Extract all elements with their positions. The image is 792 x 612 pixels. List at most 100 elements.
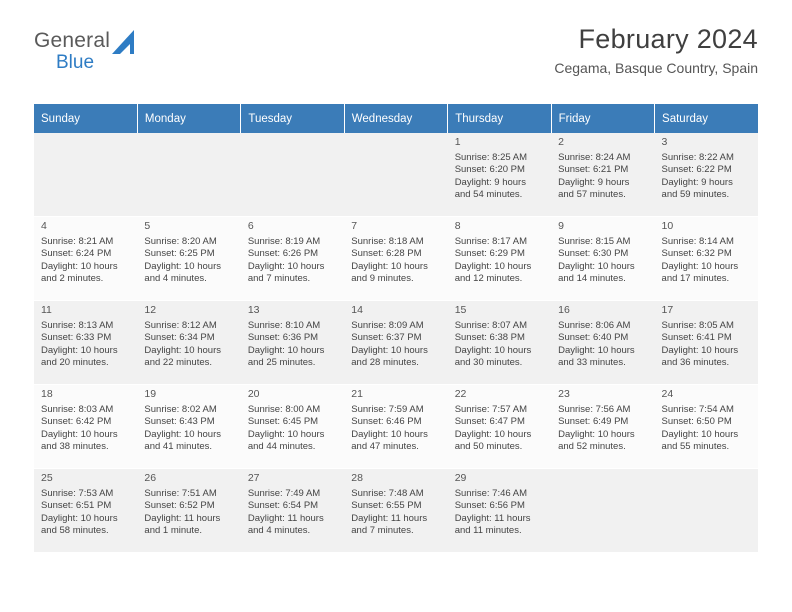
calendar-cell-day[interactable]: 18 Sunrise: 8:03 AM Sunset: 6:42 PM Dayligh… (34, 384, 138, 469)
weekday-header-friday: Friday (551, 104, 656, 133)
calendar-cell-empty (551, 468, 655, 553)
weekday-header-sunday: Sunday (34, 104, 138, 133)
day-info-line: Sunset: 6:50 PM (661, 416, 732, 428)
day-info-line: Sunrise: 8:06 AM (558, 319, 631, 331)
calendar-cell-day[interactable]: 2 Sunrise: 8:24 AM Sunset: 6:21 PM Daylight… (551, 133, 655, 217)
day-number: 3 (661, 136, 668, 148)
calendar-cell-empty (34, 133, 138, 217)
calendar-cell-day[interactable]: 15 Sunrise: 8:07 AM Sunset: 6:38 PM Dayligh… (447, 300, 552, 385)
day-number: 15 (454, 304, 467, 316)
calendar-cell-day[interactable]: 21 Sunrise: 7:59 AM Sunset: 6:46 PM Dayligh… (344, 384, 448, 469)
day-info-line: Daylight: 9 hours (454, 176, 526, 188)
calendar-cell-day[interactable]: 13 Sunrise: 8:10 AM Sunset: 6:36 PM Dayligh… (240, 300, 345, 385)
day-info-line: and 7 minutes. (247, 273, 311, 285)
calendar-cell-day[interactable]: 12 Sunrise: 8:12 AM Sunset: 6:34 PM Dayligh… (137, 300, 241, 385)
page-header: General Blue February 2024 Cegama, Basqu… (34, 0, 758, 76)
day-info-line: Daylight: 10 hours (144, 344, 221, 356)
day-info-line: Daylight: 11 hours (144, 512, 221, 524)
day-info-line: Daylight: 10 hours (351, 260, 428, 272)
day-info-line: Sunset: 6:54 PM (247, 500, 319, 512)
day-info-line: Sunset: 6:34 PM (144, 332, 215, 344)
day-info-line: Sunset: 6:21 PM (558, 164, 629, 176)
day-info-line: Sunset: 6:40 PM (558, 332, 629, 344)
day-info-line: Sunrise: 8:24 AM (558, 151, 631, 163)
day-info-line: and 9 minutes. (351, 273, 414, 285)
day-info-line: Daylight: 10 hours (661, 428, 739, 440)
calendar-cell-day[interactable]: 16 Sunrise: 8:06 AM Sunset: 6:40 PM Dayligh… (551, 300, 655, 385)
calendar-body: 1 Sunrise: 8:25 AM Sunset: 6:20 PM Daylight… (34, 133, 758, 553)
calendar-cell-day[interactable]: 22 Sunrise: 7:57 AM Sunset: 6:47 PM Dayligh… (447, 384, 552, 469)
day-info-line: and 59 minutes. (661, 189, 730, 201)
day-info-line: Daylight: 9 hours (558, 176, 630, 188)
calendar-cell-day[interactable]: 11 Sunrise: 8:13 AM Sunset: 6:33 PM Dayligh… (34, 300, 138, 385)
calendar-cell-day[interactable]: 9 Sunrise: 8:15 AM Sunset: 6:30 PM Daylight… (551, 216, 655, 301)
day-info-line: Daylight: 11 hours (454, 512, 531, 524)
day-info-line: Sunset: 6:52 PM (144, 500, 215, 512)
day-info-line: Sunset: 6:47 PM (454, 416, 525, 428)
calendar-cell-day[interactable]: 26 Sunrise: 7:51 AM Sunset: 6:52 PM Dayligh… (137, 468, 241, 553)
day-info-line: Sunrise: 8:13 AM (41, 319, 114, 331)
day-number: 23 (558, 388, 570, 400)
day-number: 22 (454, 388, 467, 400)
day-number: 17 (661, 304, 674, 316)
day-number: 5 (144, 220, 151, 232)
day-info-line: Sunrise: 8:18 AM (351, 235, 424, 247)
calendar-cell-day[interactable]: 8 Sunrise: 8:17 AM Sunset: 6:29 PM Daylight… (447, 216, 552, 301)
day-info-line: Sunset: 6:55 PM (351, 500, 422, 512)
calendar-cell-day[interactable]: 17 Sunrise: 8:05 AM Sunset: 6:41 PM Dayligh… (654, 300, 758, 385)
calendar-cell-day[interactable]: 5 Sunrise: 8:20 AM Sunset: 6:25 PM Daylight… (137, 216, 241, 301)
day-info-line: Sunrise: 7:54 AM (661, 403, 734, 415)
day-info-line: Daylight: 10 hours (351, 428, 428, 440)
day-number: 26 (144, 472, 157, 484)
day-info-line: Sunrise: 8:02 AM (144, 403, 217, 415)
day-info-line: Daylight: 10 hours (41, 428, 118, 440)
calendar-cell-day[interactable]: 29 Sunrise: 7:46 AM Sunset: 6:56 PM Dayligh… (447, 468, 552, 553)
day-info-line: and 4 minutes. (247, 525, 311, 537)
day-info-line: Daylight: 10 hours (351, 344, 428, 356)
day-info-line: Sunset: 6:26 PM (247, 248, 319, 260)
day-number: 16 (558, 304, 570, 316)
calendar-cell-day[interactable]: 20 Sunrise: 8:00 AM Sunset: 6:45 PM Dayligh… (240, 384, 345, 469)
day-info-line: Daylight: 10 hours (454, 260, 532, 272)
calendar-cell-day[interactable]: 1 Sunrise: 8:25 AM Sunset: 6:20 PM Daylight… (447, 133, 552, 217)
calendar-cell-day[interactable]: 14 Sunrise: 8:09 AM Sunset: 6:37 PM Dayligh… (344, 300, 448, 385)
day-info-line: Sunset: 6:28 PM (351, 248, 422, 260)
calendar-cell-day[interactable]: 4 Sunrise: 8:21 AM Sunset: 6:24 PM Daylight… (34, 216, 138, 301)
day-info-line: Sunrise: 8:09 AM (351, 319, 424, 331)
day-info-line: Sunset: 6:30 PM (558, 248, 629, 260)
calendar-cell-day[interactable]: 25 Sunrise: 7:53 AM Sunset: 6:51 PM Dayligh… (34, 468, 138, 553)
day-info-line: Sunrise: 8:03 AM (41, 403, 114, 415)
calendar-week-row: 18 Sunrise: 8:03 AM Sunset: 6:42 PM Dayligh… (34, 384, 758, 469)
weekday-header-thursday: Thursday (447, 104, 552, 133)
calendar-page: General Blue February 2024 Cegama, Basqu… (0, 0, 792, 612)
calendar-cell-day[interactable]: 23 Sunrise: 7:56 AM Sunset: 6:49 PM Dayligh… (551, 384, 655, 469)
calendar-cell-day[interactable]: 6 Sunrise: 8:19 AM Sunset: 6:26 PM Daylight… (240, 216, 345, 301)
day-number: 1 (454, 136, 461, 148)
day-number: 25 (41, 472, 53, 484)
day-info-line: Sunset: 6:24 PM (41, 248, 112, 260)
day-number: 20 (247, 388, 260, 400)
day-info-line: Sunset: 6:51 PM (41, 500, 112, 512)
day-info-line: and 57 minutes. (558, 189, 626, 201)
day-info-line: Sunset: 6:46 PM (351, 416, 422, 428)
calendar-cell-day[interactable]: 28 Sunrise: 7:48 AM Sunset: 6:55 PM Dayligh… (344, 468, 448, 553)
calendar-cell-day[interactable]: 3 Sunrise: 8:22 AM Sunset: 6:22 PM Daylight… (654, 133, 758, 217)
day-info-line: and 14 minutes. (558, 273, 626, 285)
calendar-cell-day[interactable]: 10 Sunrise: 8:14 AM Sunset: 6:32 PM Dayligh… (654, 216, 758, 301)
day-info-line: Sunrise: 8:25 AM (454, 151, 528, 163)
calendar-cell-day[interactable]: 24 Sunrise: 7:54 AM Sunset: 6:50 PM Dayligh… (654, 384, 758, 469)
calendar-cell-day[interactable]: 7 Sunrise: 8:18 AM Sunset: 6:28 PM Daylight… (344, 216, 448, 301)
day-number: 8 (454, 220, 461, 232)
day-number: 21 (351, 388, 363, 400)
day-info-line: Sunset: 6:37 PM (351, 332, 422, 344)
day-info-line: Sunset: 6:41 PM (661, 332, 732, 344)
day-info-line: Sunset: 6:49 PM (558, 416, 629, 428)
calendar-cell-day[interactable]: 27 Sunrise: 7:49 AM Sunset: 6:54 PM Dayligh… (240, 468, 345, 553)
day-info-line: and 58 minutes. (41, 525, 109, 537)
day-info-line: Sunrise: 7:49 AM (247, 487, 321, 499)
day-info-line: and 20 minutes. (41, 357, 109, 369)
day-info-line: Sunrise: 8:10 AM (247, 319, 321, 331)
day-info-line: and 33 minutes. (558, 357, 626, 369)
calendar-cell-day[interactable]: 19 Sunrise: 8:02 AM Sunset: 6:43 PM Dayligh… (137, 384, 241, 469)
day-info-line: Sunset: 6:25 PM (144, 248, 215, 260)
